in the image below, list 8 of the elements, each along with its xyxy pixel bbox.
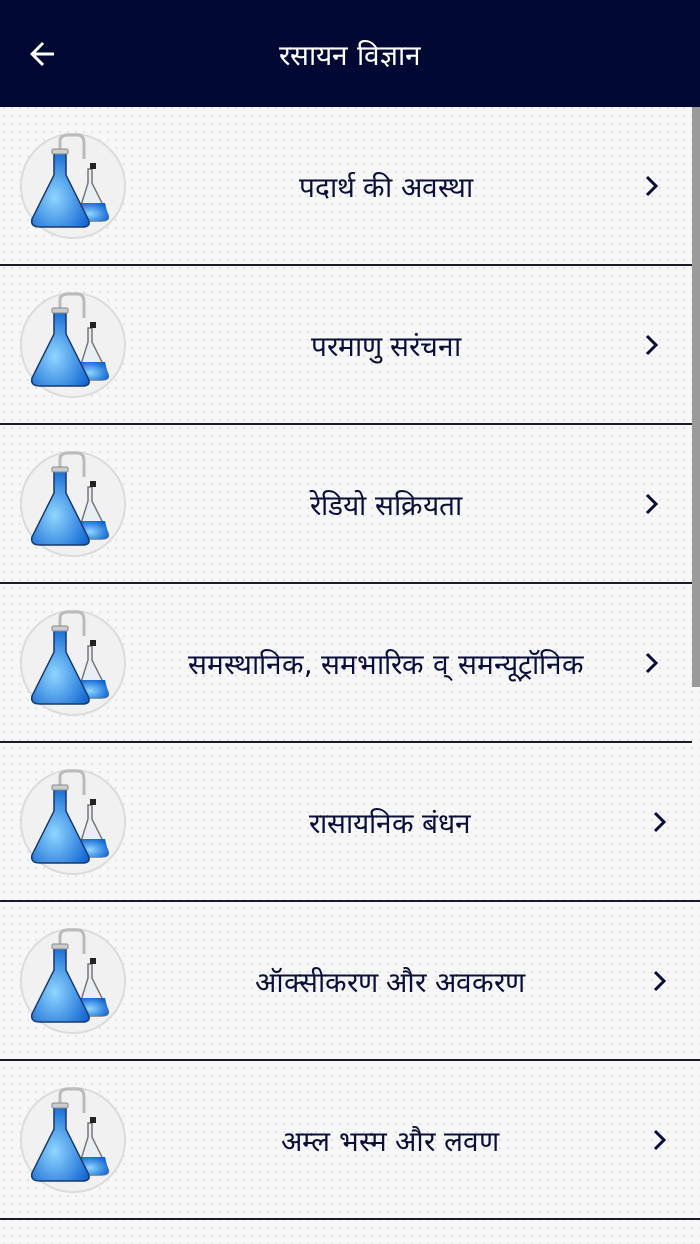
topic-item[interactable]: रेडियो सक्रियता: [0, 425, 692, 584]
screen-title: रसायन विज्ञान: [279, 37, 421, 73]
topic-item[interactable]: परमाणु सरंचना: [0, 266, 692, 425]
topic-item[interactable]: ऑक्सीकरण और अवकरण: [0, 902, 700, 1061]
topic-item[interactable]: अम्ल भस्म और लवण: [0, 1061, 700, 1220]
topic-item[interactable]: समस्थानिक, समभारिक व् समन्यूट्रॉनिक: [0, 584, 692, 743]
topic-item[interactable]: रासायनिक बंधन: [0, 743, 700, 902]
topic-item[interactable]: पदार्थ की अवस्था: [0, 107, 692, 266]
